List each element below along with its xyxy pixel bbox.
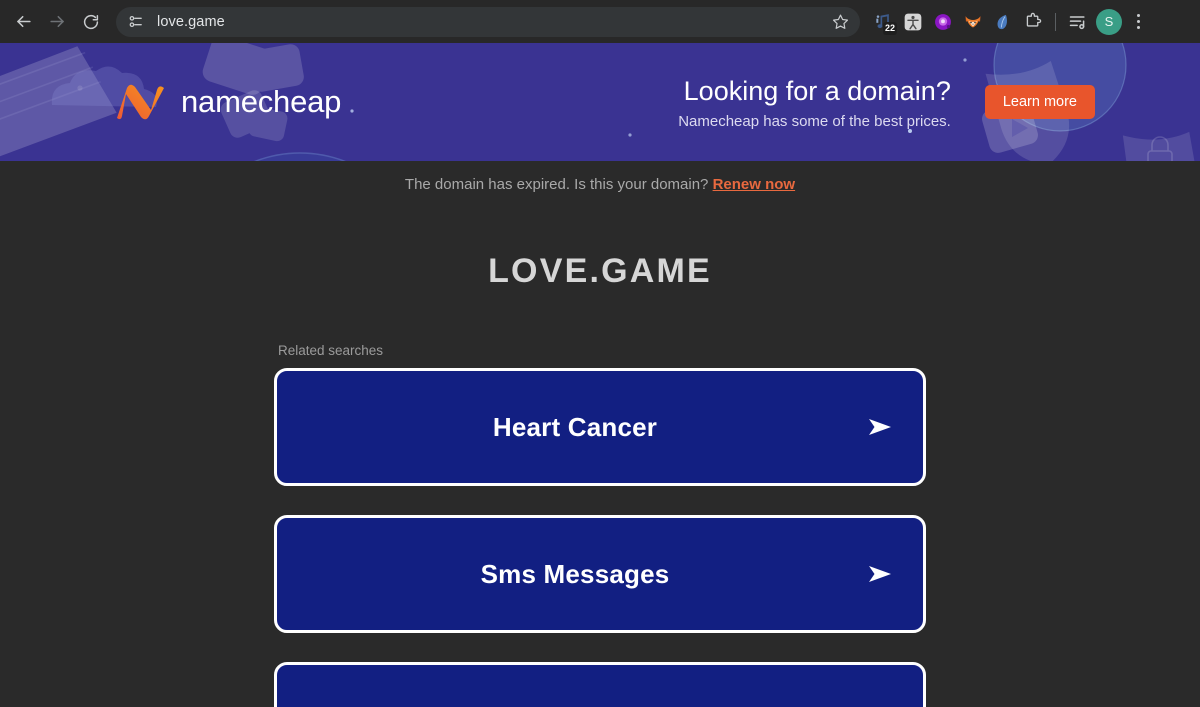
reading-list-button[interactable] [1063,7,1093,37]
extension-accessibility-icon[interactable] [898,7,928,37]
namecheap-logo-icon [117,84,164,120]
renew-now-link[interactable]: Renew now [713,176,796,193]
toolbar-divider [1055,12,1056,31]
back-button[interactable] [8,7,38,37]
extensions-puzzle-icon[interactable] [1018,7,1048,37]
namecheap-logo[interactable]: namecheap [113,82,341,122]
arrow-left-icon [16,15,31,28]
fox-icon [965,15,981,27]
related-search-card[interactable]: Heart Cancer [274,368,926,486]
arrow-right-icon [867,416,893,438]
related-searches-section: Related searches Heart Cancer Sms Messag… [274,343,926,707]
blue-leaf-icon [997,14,1007,29]
arrow-right-icon [49,15,64,28]
profile-avatar[interactable]: S [1096,8,1122,35]
arrow-right-glyph [869,419,891,435]
arrow-right-glyph [869,566,891,582]
banner-subline: Namecheap has some of the best prices. [678,113,951,130]
extension-music-notes-icon[interactable]: 22 [868,7,898,37]
extension-blue-leaf-icon[interactable] [988,7,1018,37]
arrow-right-icon [867,563,893,585]
extension-badge-count: 22 [882,21,897,35]
tune-icon [129,15,142,28]
page-title: LOVE.GAME [488,252,712,290]
related-search-label: Heart Cancer [492,411,658,442]
extension-purple-orb-icon[interactable] [928,7,958,37]
notice-text: The domain has expired. Is this your dom… [404,176,709,193]
browser-toolbar: love.game 22 S [0,0,1200,43]
puzzle-piece-icon [1026,12,1042,27]
star-icon [832,14,848,29]
browser-menu-button[interactable] [1125,7,1151,37]
banner-copy: Looking for a domain? Namecheap has some… [678,74,951,130]
bookmark-star-icon[interactable] [826,8,854,36]
purple-orb-icon [935,13,951,30]
domain-expired-notice: The domain has expired. Is this your dom… [0,161,1200,205]
kebab-dot [1136,26,1140,29]
kebab-dot [1136,14,1140,17]
related-search-card[interactable]: Sms Messages [274,515,926,633]
related-search-label: Sms Messages [480,558,670,589]
reload-icon [83,14,99,29]
accessibility-icon [904,13,922,30]
learn-more-button[interactable]: Learn more [984,85,1095,119]
address-bar[interactable]: love.game [116,6,860,37]
kebab-dot [1136,20,1140,23]
banner-headline: Looking for a domain? [683,76,951,106]
related-search-card[interactable] [274,662,926,707]
namecheap-wordmark: namecheap [181,84,342,119]
forward-button[interactable] [42,7,72,37]
reading-list-icon [1069,15,1085,29]
reload-button[interactable] [76,7,106,37]
related-searches-label: Related searches [278,343,384,358]
extension-fox-icon[interactable] [958,7,988,37]
namecheap-ad-banner[interactable]: namecheap Looking for a domain? Namechea… [0,43,1200,161]
url-text[interactable]: love.game [157,14,826,30]
extensions-area: 22 S [868,7,1151,37]
site-settings-icon[interactable] [122,9,148,35]
